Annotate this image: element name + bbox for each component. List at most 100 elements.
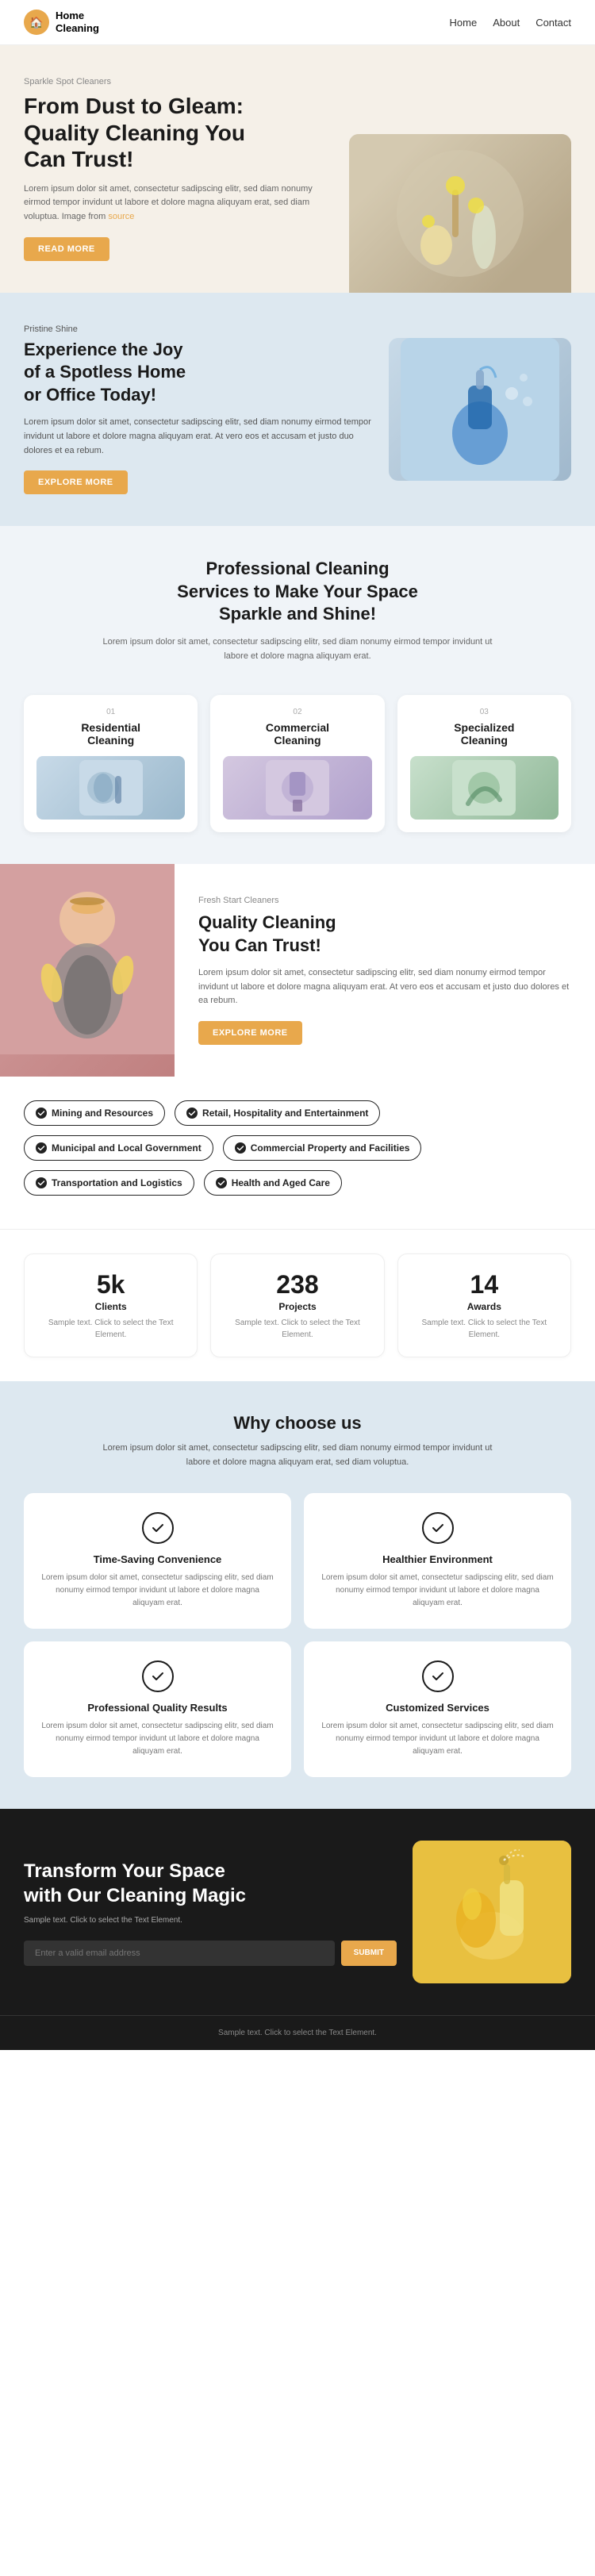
quality-label: Fresh Start Cleaners: [198, 896, 571, 905]
checkmark-circle-3: [142, 1660, 174, 1692]
check-icon-1: [36, 1108, 47, 1119]
stat-awards[interactable]: 14 Awards Sample text. Click to select t…: [397, 1253, 571, 1357]
why-card-custom[interactable]: Customized Services Lorem ipsum dolor si…: [304, 1641, 571, 1777]
nav-links: Home About Contact: [450, 17, 571, 29]
hero-section: Sparkle Spot Cleaners From Dust to Gleam…: [0, 45, 595, 293]
stat-projects-desc: Sample text. Click to select the Text El…: [224, 1317, 370, 1341]
spotless-section: Pristine Shine Experience the Joyof a Sp…: [0, 293, 595, 527]
navbar: 🏠 HomeCleaning Home About Contact: [0, 0, 595, 45]
check-icon-4: [235, 1142, 246, 1154]
why-choose-text: Lorem ipsum dolor sit amet, consectetur …: [99, 1442, 496, 1469]
why-card-quality[interactable]: Professional Quality Results Lorem ipsum…: [24, 1641, 291, 1777]
stat-projects[interactable]: 238 Projects Sample text. Click to selec…: [210, 1253, 384, 1357]
why-card-title-health: Healthier Environment: [320, 1553, 555, 1565]
hero-img-visual: [349, 134, 571, 293]
industry-row-3: Transportation and Logistics Health and …: [24, 1170, 571, 1196]
commercial-illustration: [266, 760, 329, 816]
service-card-commercial[interactable]: 02 CommercialCleaning: [210, 695, 384, 832]
checkmark-circle-2: [422, 1512, 454, 1544]
logo[interactable]: 🏠 HomeCleaning: [24, 10, 99, 35]
industry-label-commercial-prop: Commercial Property and Facilities: [251, 1142, 410, 1154]
hero-label: Sparkle Spot Cleaners: [24, 77, 333, 86]
transform-desc: Sample text. Click to select the Text El…: [24, 1916, 397, 1925]
why-card-title-time: Time-Saving Convenience: [40, 1553, 275, 1565]
spotless-image: [389, 338, 571, 481]
logo-icon: 🏠: [24, 10, 49, 35]
why-card-text-time: Lorem ipsum dolor sit amet, consectetur …: [40, 1572, 275, 1610]
quality-cta-button[interactable]: EXPLORE MORE: [198, 1021, 302, 1045]
transform-img-visual: [413, 1841, 571, 1983]
residential-illustration: [79, 760, 143, 816]
check-svg-1: [150, 1520, 166, 1536]
stat-projects-number: 238: [224, 1270, 370, 1300]
stat-clients-number: 5k: [37, 1270, 184, 1300]
spotless-cta-button[interactable]: EXPLORE MORE: [24, 470, 128, 494]
stat-clients-label: Clients: [37, 1301, 184, 1312]
logo-text: HomeCleaning: [56, 10, 99, 34]
why-card-title-quality: Professional Quality Results: [40, 1702, 275, 1714]
industry-label-mining: Mining and Resources: [52, 1108, 153, 1119]
why-card-text-health: Lorem ipsum dolor sit amet, consectetur …: [320, 1572, 555, 1610]
service-card-num-1: 01: [36, 708, 185, 716]
hero-content: Sparkle Spot Cleaners From Dust to Gleam…: [24, 77, 349, 293]
hero-image: [349, 77, 571, 293]
check-icon-6: [216, 1177, 227, 1188]
spotless-title: Experience the Joyof a Spotless Homeor O…: [24, 339, 373, 407]
check-svg-4: [430, 1668, 446, 1684]
industry-tag-retail[interactable]: Retail, Hospitality and Entertainment: [175, 1100, 380, 1126]
why-card-icon-health: [422, 1512, 454, 1544]
nav-about[interactable]: About: [493, 17, 520, 29]
hero-image-placeholder: [349, 134, 571, 293]
industry-tag-municipal[interactable]: Municipal and Local Government: [24, 1135, 213, 1161]
stat-awards-label: Awards: [411, 1301, 558, 1312]
nav-home[interactable]: Home: [450, 17, 478, 29]
why-card-time[interactable]: Time-Saving Convenience Lorem ipsum dolo…: [24, 1493, 291, 1629]
transform-illustration: [413, 1841, 571, 1983]
stats-section: 5k Clients Sample text. Click to select …: [0, 1229, 595, 1381]
service-card-residential[interactable]: 01 ResidentialCleaning: [24, 695, 198, 832]
industry-label-health: Health and Aged Care: [232, 1177, 330, 1188]
transform-form: SUBMIT: [24, 1941, 397, 1966]
check-svg-2: [430, 1520, 446, 1536]
transform-section: Transform Your Spacewith Our Cleaning Ma…: [0, 1809, 595, 2015]
industries-section: Mining and Resources Retail, Hospitality…: [0, 1077, 595, 1229]
service-card-img-1: [36, 756, 185, 820]
industry-row-2: Municipal and Local Government Commercia…: [24, 1135, 571, 1161]
services-title: Professional CleaningServices to Make Yo…: [24, 558, 571, 626]
services-subtitle: Lorem ipsum dolor sit amet, consectetur …: [99, 635, 496, 663]
hero-illustration: [389, 142, 532, 285]
quality-illustration: [0, 864, 175, 1054]
transform-title: Transform Your Spacewith Our Cleaning Ma…: [24, 1859, 397, 1908]
service-card-num-2: 02: [223, 708, 371, 716]
why-card-text-custom: Lorem ipsum dolor sit amet, consectetur …: [320, 1720, 555, 1758]
industry-tag-transport[interactable]: Transportation and Logistics: [24, 1170, 194, 1196]
industry-tag-commercial[interactable]: Commercial Property and Facilities: [223, 1135, 422, 1161]
submit-button[interactable]: SUBMIT: [341, 1941, 397, 1966]
stat-awards-number: 14: [411, 1270, 558, 1300]
service-img-visual-2: [223, 756, 371, 820]
service-card-specialized[interactable]: 03 SpecializedCleaning: [397, 695, 571, 832]
check-icon-5: [36, 1177, 47, 1188]
quality-image: [0, 864, 175, 1077]
transform-image: [413, 1841, 571, 1983]
quality-section: Fresh Start Cleaners Quality CleaningYou…: [0, 864, 595, 1077]
industry-row-1: Mining and Resources Retail, Hospitality…: [24, 1100, 571, 1126]
industry-tag-mining[interactable]: Mining and Resources: [24, 1100, 165, 1126]
footer: Sample text. Click to select the Text El…: [0, 2015, 595, 2050]
industry-label-municipal: Municipal and Local Government: [52, 1142, 202, 1154]
transform-content: Transform Your Spacewith Our Cleaning Ma…: [24, 1859, 397, 1966]
service-img-visual-1: [36, 756, 185, 820]
nav-contact[interactable]: Contact: [536, 17, 571, 29]
why-card-health[interactable]: Healthier Environment Lorem ipsum dolor …: [304, 1493, 571, 1629]
why-choose-title: Why choose us: [24, 1413, 571, 1434]
spotless-content: Pristine Shine Experience the Joyof a Sp…: [24, 324, 373, 495]
why-card-icon-time: [142, 1512, 174, 1544]
industry-tag-health[interactable]: Health and Aged Care: [204, 1170, 342, 1196]
email-input[interactable]: [24, 1941, 335, 1966]
hero-cta-button[interactable]: READ MORE: [24, 237, 109, 261]
hero-link[interactable]: source: [108, 212, 134, 221]
hero-title: From Dust to Gleam:Quality Cleaning YouC…: [24, 93, 333, 173]
stat-clients[interactable]: 5k Clients Sample text. Click to select …: [24, 1253, 198, 1357]
spotless-text: Lorem ipsum dolor sit amet, consectetur …: [24, 416, 373, 458]
footer-text: Sample text. Click to select the Text El…: [24, 2029, 571, 2037]
